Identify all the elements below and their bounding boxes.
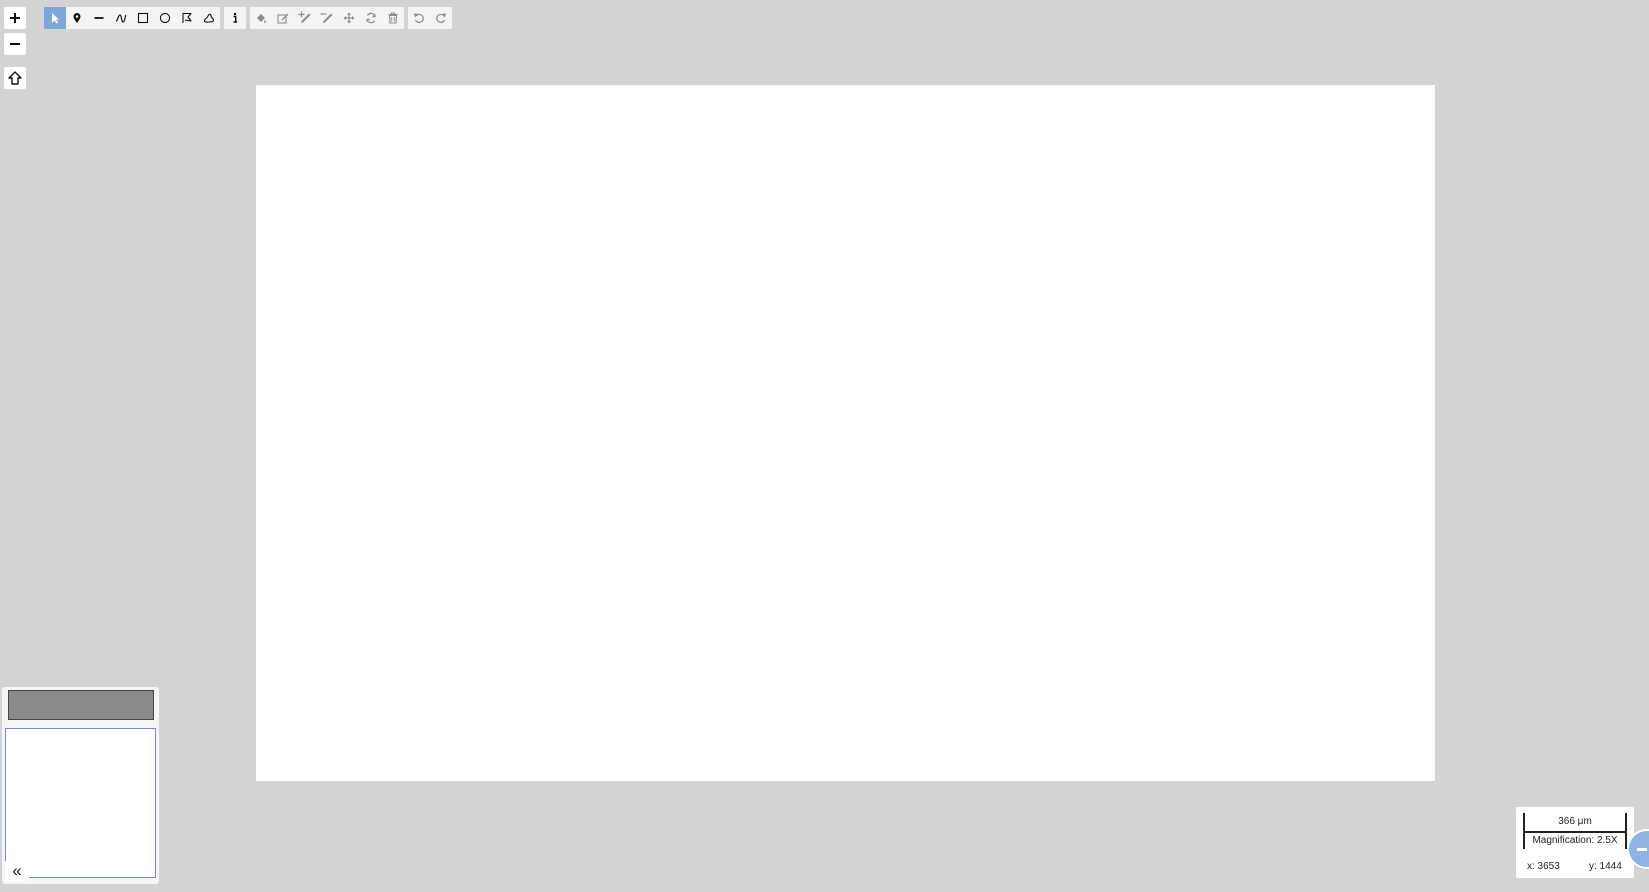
plus-icon bbox=[9, 12, 21, 24]
rotate-tool-button[interactable] bbox=[360, 7, 382, 29]
home-icon bbox=[7, 70, 23, 86]
cursor-arrow-icon bbox=[49, 12, 61, 24]
magnification-label: Magnification: 2.5X bbox=[1532, 835, 1618, 846]
pencil-minus-icon bbox=[320, 11, 334, 25]
edit-tool-button[interactable] bbox=[272, 7, 294, 29]
ellipse-tool-button[interactable] bbox=[154, 7, 176, 29]
move-tool-button[interactable] bbox=[338, 7, 360, 29]
undo-icon bbox=[413, 12, 425, 24]
line-tool-button[interactable] bbox=[88, 7, 110, 29]
circle-icon bbox=[159, 12, 171, 24]
scale-info-panel: 366 μm Magnification: 2.5X x: 3653 y: 14… bbox=[1516, 807, 1634, 878]
rectangle-tool-button[interactable] bbox=[132, 7, 154, 29]
point-tool-button[interactable] bbox=[66, 7, 88, 29]
freehand-polygon-tool-button[interactable] bbox=[198, 7, 220, 29]
freehand-line-tool-button[interactable] bbox=[110, 7, 132, 29]
scale-label: 366 μm bbox=[1558, 816, 1592, 827]
scale-bar: 366 μm Magnification: 2.5X bbox=[1523, 813, 1627, 849]
info-icon bbox=[229, 12, 241, 24]
slide-image[interactable] bbox=[256, 85, 1435, 781]
draw-tools-group bbox=[44, 7, 220, 29]
overview-navigator[interactable] bbox=[5, 728, 156, 878]
add-vertex-tool-button[interactable] bbox=[294, 7, 316, 29]
zoom-out-button[interactable] bbox=[4, 33, 26, 55]
undo-tool-button[interactable] bbox=[408, 7, 430, 29]
cursor-x-coordinate: x: 3653 bbox=[1527, 861, 1560, 872]
redo-icon bbox=[435, 12, 447, 24]
pencil-plus-icon bbox=[298, 11, 312, 25]
info-tool-button[interactable] bbox=[224, 7, 246, 29]
paint-bucket-icon bbox=[255, 12, 267, 24]
rotate-icon bbox=[365, 12, 377, 24]
redo-tool-button[interactable] bbox=[430, 7, 452, 29]
edit-tools-group bbox=[250, 7, 404, 29]
home-button[interactable] bbox=[4, 67, 26, 89]
overview-panel: « bbox=[2, 687, 159, 884]
viewer-viewport[interactable] bbox=[0, 0, 1649, 892]
map-marker-icon bbox=[71, 12, 83, 24]
history-tools-group bbox=[408, 7, 452, 29]
zoom-in-button[interactable] bbox=[4, 7, 26, 29]
move-arrows-icon bbox=[343, 12, 355, 24]
info-tools-group bbox=[224, 7, 246, 29]
freehand-line-icon bbox=[115, 12, 127, 24]
fill-tool-button[interactable] bbox=[250, 7, 272, 29]
trash-icon bbox=[387, 12, 399, 24]
minus-icon bbox=[9, 38, 21, 50]
annotation-toolbar bbox=[44, 7, 456, 29]
square-icon bbox=[137, 12, 149, 24]
overview-collapse-button[interactable]: « bbox=[5, 861, 29, 881]
scale-line bbox=[1525, 831, 1625, 833]
edit-icon bbox=[277, 12, 289, 24]
line-icon bbox=[93, 12, 105, 24]
remove-vertex-tool-button[interactable] bbox=[316, 7, 338, 29]
freehand-polygon-icon bbox=[203, 12, 215, 24]
select-tool-button[interactable] bbox=[44, 7, 66, 29]
delete-tool-button[interactable] bbox=[382, 7, 404, 29]
cursor-y-coordinate: y: 1444 bbox=[1589, 861, 1622, 872]
minus-icon bbox=[1637, 848, 1647, 851]
polygon-icon bbox=[181, 12, 193, 24]
overview-thumbnail[interactable] bbox=[8, 690, 154, 720]
polygon-tool-button[interactable] bbox=[176, 7, 198, 29]
